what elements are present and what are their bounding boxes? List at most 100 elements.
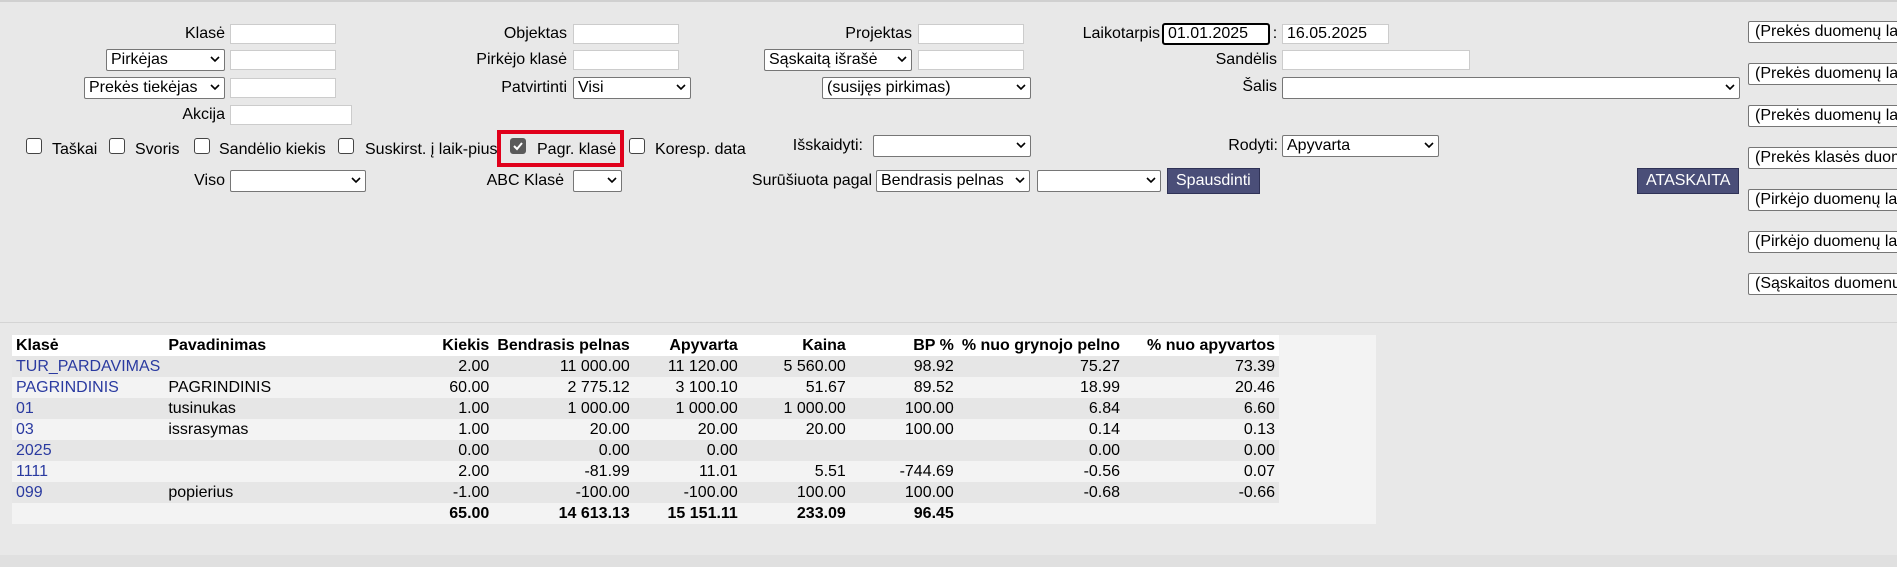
chevron-down-icon (1016, 83, 1026, 92)
cell: issrasymas (168, 420, 249, 438)
table-row: PAGRINDINIS PAGRINDINIS 60.00 2 775.12 3… (12, 377, 1279, 398)
col-header[interactable]: Pavadinimas (164, 335, 400, 356)
chevron-down-icon (897, 55, 907, 64)
pirkejo-klase-input[interactable] (573, 50, 679, 70)
col-header[interactable]: Kiekis (399, 335, 494, 356)
cell: 73.39 (1124, 356, 1280, 377)
class-link[interactable]: 03 (12, 419, 164, 440)
supplier-input[interactable] (230, 78, 336, 98)
cell (849, 440, 958, 461)
cell: 1 000.00 (633, 398, 742, 419)
date-from-input[interactable]: 01.01.2025 (1162, 23, 1270, 45)
class-link[interactable]: 01 (12, 398, 165, 419)
report-button[interactable]: ATASKAITA (1637, 168, 1740, 194)
cell: 2 775.12 (567, 378, 630, 396)
total-cell: 233.09 (796, 504, 846, 522)
rodyti-select[interactable]: Apyvarta (1282, 135, 1439, 157)
invoice-issuer-select[interactable]: Sąskaitą išrašė (764, 49, 912, 71)
cell: 100.00 (849, 398, 958, 419)
laikotarpis-label: Laikotarpis (1082, 25, 1160, 42)
class-link[interactable]: PAGRINDINIS (12, 377, 164, 398)
chevron-down-icon (1015, 176, 1025, 185)
date-to-input[interactable]: 16.05.2025 (1282, 24, 1389, 44)
cell (1124, 503, 1279, 524)
totals-row: 65.00 14 613.13 15 151.11 233.09 96.45 (12, 503, 1279, 524)
related-purchase-select[interactable]: (susijęs pirkimas) (822, 77, 1031, 99)
col-header[interactable]: Klasė (12, 335, 165, 356)
sort-value: Bendrasis pelnas (881, 172, 1004, 189)
right-select-4[interactable]: (Prekės klasės duom (1748, 147, 1897, 169)
cell: -744.69 (899, 462, 954, 480)
supplier-value: Prekės tiekėjas (89, 79, 198, 96)
cell: 0.14 (1088, 420, 1121, 438)
class-link[interactable]: TUR_PARDAVIMAS (12, 356, 165, 377)
date-separator: : (1272, 25, 1278, 42)
right-select-5[interactable]: (Pirkėjo duomenų la (1748, 189, 1897, 211)
cell (958, 503, 1124, 524)
cell (12, 503, 164, 524)
isskaidyti-select[interactable] (873, 135, 1031, 157)
isskaidyti-label: Išskaidyti: (792, 137, 863, 154)
cell: 0.00 (633, 440, 742, 461)
sandelis-input[interactable] (1282, 50, 1470, 70)
table-row: 03 issrasymas 1.00 20.00 20.00 20.00 100… (12, 419, 1279, 440)
table-row: 1111 2.00 -81.99 11.01 5.51 -744.69 -0.5… (12, 461, 1279, 482)
viso-select[interactable] (230, 170, 366, 192)
right-select-1[interactable]: (Prekės duomenų la (1748, 21, 1897, 43)
chevron-down-icon (1424, 141, 1434, 150)
sort-secondary-select[interactable] (1037, 170, 1161, 192)
total-cell: 14 613.13 (558, 504, 630, 522)
col-header[interactable]: Bendrasis pelnas (493, 335, 634, 356)
abc-klase-select[interactable] (573, 170, 622, 192)
class-link[interactable]: 099 (12, 482, 165, 503)
objektas-input[interactable] (573, 24, 679, 44)
cell: 75.27 (957, 356, 1125, 377)
total-cell: 15 151.11 (667, 504, 738, 522)
akcija-input[interactable] (230, 105, 352, 125)
right-select-6[interactable]: (Pirkėjo duomenų la (1748, 231, 1897, 253)
invoice-issuer-input[interactable] (918, 50, 1024, 70)
bottom-strip (0, 555, 1897, 567)
cell: 98.92 (849, 356, 958, 377)
class-link[interactable]: 1111 (12, 461, 164, 482)
patvirtinti-select[interactable]: Visi (573, 77, 691, 99)
table-header-row: Klasė Pavadinimas Kiekis Bendrasis pelna… (12, 335, 1280, 356)
salis-select[interactable] (1282, 77, 1740, 99)
akcija-label: Akcija (182, 106, 225, 123)
table-row: 2025 0.00 0.00 0.00 0.00 0.00 (12, 440, 1280, 461)
total-cell: 96.45 (913, 504, 954, 522)
svoris-checkbox[interactable] (109, 138, 125, 154)
col-header[interactable]: % nuo grynojo pelno (957, 335, 1125, 356)
cell: 0.00 (957, 440, 1125, 461)
cell: 18.99 (1080, 378, 1121, 396)
col-header[interactable]: Apyvarta (633, 335, 742, 356)
projektas-label: Projektas (845, 25, 912, 42)
cell: 20.00 (805, 420, 846, 438)
taskai-checkbox[interactable] (26, 138, 42, 154)
invoice-issuer-value: Sąskaitą išrašė (769, 51, 878, 68)
right-select-2[interactable]: (Prekės duomenų la (1748, 63, 1897, 85)
objektas-label: Objektas (503, 25, 567, 42)
right-select-7[interactable]: (Sąskaitos duomenų (1748, 273, 1897, 295)
col-header[interactable]: % nuo apyvartos (1124, 335, 1280, 356)
right-select-3[interactable]: (Prekės duomenų la (1748, 105, 1897, 127)
col-header[interactable]: BP % (849, 335, 958, 356)
viso-label: Viso (194, 172, 225, 189)
col-header[interactable]: Kaina (741, 335, 850, 356)
customer-type-select[interactable]: Pirkėjas (106, 49, 225, 71)
klase-input[interactable] (230, 24, 336, 44)
sort-select[interactable]: Bendrasis pelnas (876, 170, 1030, 192)
sandelio-kiekis-checkbox[interactable] (194, 138, 210, 154)
customer-input[interactable] (230, 50, 336, 70)
chevron-down-icon (607, 176, 617, 185)
cell: 5.51 (814, 462, 846, 480)
projektas-input[interactable] (918, 24, 1024, 44)
suskirst-checkbox[interactable] (338, 138, 354, 154)
cell: 100.00 (849, 482, 958, 503)
class-link[interactable]: 2025 (12, 440, 165, 461)
koresp-data-checkbox[interactable] (629, 138, 645, 154)
table-row: 099 popierius -1.00 -100.00 -100.00 100.… (12, 482, 1280, 503)
cell: 20.00 (589, 420, 630, 438)
print-button[interactable]: Spausdinti (1167, 168, 1260, 194)
supplier-select[interactable]: Prekės tiekėjas (84, 77, 225, 99)
